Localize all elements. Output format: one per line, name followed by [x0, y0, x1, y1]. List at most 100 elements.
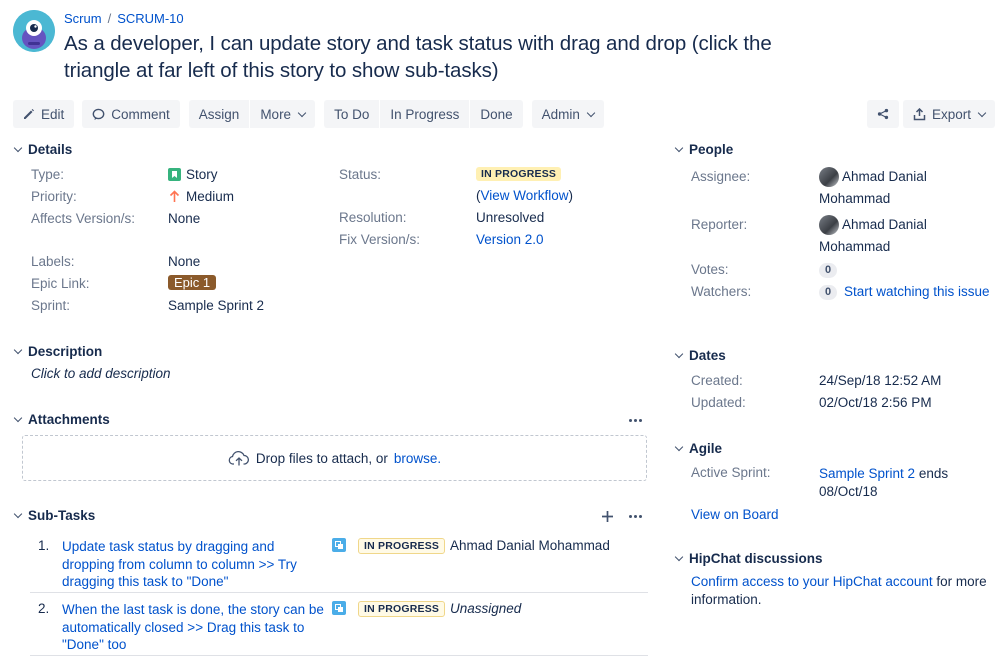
subtask-summary-line[interactable]: dropping from column to column >> Try — [62, 556, 322, 574]
subtasks-more-icon[interactable] — [629, 515, 642, 518]
hipchat-section-header[interactable]: HipChat discussions — [674, 551, 823, 566]
cloud-upload-icon — [228, 451, 249, 466]
sprint-ends-text: ends — [918, 466, 949, 481]
epic-lozenge[interactable]: Epic 1 — [168, 275, 217, 290]
description-placeholder[interactable]: Click to add description — [31, 366, 171, 381]
votes-count[interactable]: 0 — [819, 263, 838, 278]
done-button[interactable]: Done — [470, 100, 523, 128]
description-heading: Description — [28, 344, 103, 359]
subtask-summary-line[interactable]: "Done" too — [62, 636, 327, 654]
active-sprint-label: Active Sprint: — [691, 465, 771, 480]
details-section-header[interactable]: Details — [13, 142, 72, 157]
subtask-assignee: Ahmad Danial Mohammad — [450, 538, 610, 553]
assignee-value[interactable]: Ahmad Danial Mohammad — [819, 166, 989, 210]
collapse-triangle-icon — [674, 143, 684, 152]
comment-button[interactable]: Comment — [82, 100, 180, 128]
people-section-header[interactable]: People — [674, 142, 733, 157]
assignee-label: Assignee: — [691, 169, 751, 184]
priority-label: Priority: — [31, 189, 77, 204]
view-workflow-link[interactable]: View Workflow — [481, 188, 569, 203]
description-section-header[interactable]: Description — [13, 344, 102, 359]
breadcrumb: Scrum / SCRUM-10 — [64, 11, 184, 26]
more-button[interactable]: More — [250, 100, 316, 128]
created-label: Created: — [691, 373, 743, 388]
subtask-assignee: Unassigned — [450, 601, 522, 616]
edit-button[interactable]: Edit — [13, 100, 75, 128]
share-icon — [877, 108, 889, 120]
attachments-more-icon[interactable] — [629, 419, 642, 422]
active-sprint-link[interactable]: Sample Sprint 2 — [819, 466, 915, 481]
updated-label: Updated: — [691, 395, 746, 410]
subtask-type-icon — [332, 538, 346, 552]
admin-button[interactable]: Admin — [531, 100, 604, 128]
agile-section-header[interactable]: Agile — [674, 441, 722, 456]
arrow-up-icon — [169, 190, 180, 202]
table-row[interactable]: 1. Update task status by dragging and dr… — [30, 533, 648, 593]
watchers-count[interactable]: 0 — [819, 285, 838, 300]
priority-value: Medium — [168, 189, 234, 204]
hipchat-text-after: for more — [936, 574, 987, 589]
resolution-label: Resolution: — [339, 210, 407, 225]
sprint-label: Sprint: — [31, 298, 71, 313]
collapse-triangle-icon — [674, 442, 684, 451]
assign-button[interactable]: Assign — [188, 100, 250, 128]
start-watching-link[interactable]: Start watching this issue — [844, 284, 990, 299]
created-value: 24/Sep/18 12:52 AM — [819, 373, 942, 388]
collapse-triangle-icon — [13, 413, 23, 422]
subtask-status-lozenge: IN PROGRESS — [358, 601, 446, 617]
pencil-icon — [24, 109, 34, 119]
collapse-triangle-icon — [674, 349, 684, 358]
hipchat-message: Confirm access to your HipChat account f… — [691, 573, 991, 609]
collapse-triangle-icon — [13, 345, 23, 354]
dates-section-header[interactable]: Dates — [674, 348, 726, 363]
in-progress-button[interactable]: In Progress — [380, 100, 470, 128]
story-icon — [168, 168, 181, 181]
attachment-dropzone[interactable]: Drop files to attach, or browse. — [22, 435, 647, 481]
edit-label: Edit — [41, 106, 65, 122]
priority-text: Medium — [186, 189, 235, 204]
labels-label: Labels: — [31, 254, 75, 269]
votes-label: Votes: — [691, 262, 729, 277]
attachments-section-header[interactable]: Attachments — [13, 412, 110, 427]
subtasks-section-header[interactable]: Sub-Tasks — [13, 508, 95, 523]
breadcrumb-project-link[interactable]: Scrum — [64, 11, 102, 26]
view-workflow: (View Workflow) — [476, 188, 573, 203]
add-subtask-icon[interactable] — [601, 510, 614, 523]
breadcrumb-issue-link[interactable]: SCRUM-10 — [117, 11, 183, 26]
subtask-summary-line[interactable]: automatically closed >> Drag this task t… — [62, 619, 327, 637]
subtask-summary-line[interactable]: When the last task is done, the story ca… — [62, 601, 327, 619]
subtask-summary-line[interactable]: dragging this task to "Done" — [62, 573, 322, 591]
table-row[interactable]: 2. When the last task is done, the story… — [30, 596, 648, 656]
subtask-summary-line[interactable]: Update task status by dragging and — [62, 538, 322, 556]
issue-title[interactable]: As a developer, I can update story and t… — [64, 30, 804, 84]
project-monster-icon — [13, 10, 55, 52]
attachments-heading: Attachments — [28, 412, 110, 427]
hipchat-confirm-link[interactable]: Confirm access to your HipChat account — [691, 574, 933, 589]
watchers-label: Watchers: — [691, 284, 752, 299]
workflow-group: To Do In Progress Done — [324, 100, 523, 128]
subtask-summary[interactable]: Update task status by dragging and dropp… — [62, 538, 322, 591]
fix-version-link[interactable]: Version 2.0 — [476, 232, 544, 247]
fix-version-label: Fix Version/s: — [339, 232, 421, 247]
browse-link[interactable]: browse. — [394, 451, 441, 466]
collapse-triangle-icon — [13, 143, 23, 152]
affects-version-value: None — [168, 211, 201, 226]
subtask-summary[interactable]: When the last task is done, the story ca… — [62, 601, 327, 654]
project-avatar[interactable] — [13, 10, 55, 52]
comment-icon — [92, 108, 105, 120]
todo-button[interactable]: To Do — [324, 100, 380, 128]
export-button[interactable]: Export — [903, 100, 996, 128]
status-label: Status: — [339, 167, 382, 182]
share-button[interactable] — [867, 100, 899, 128]
reporter-value[interactable]: Ahmad Danial Mohammad — [819, 214, 989, 258]
subtask-type-icon — [332, 601, 346, 615]
collapse-triangle-icon — [13, 509, 23, 518]
sprint-value: Sample Sprint 2 — [168, 298, 265, 313]
updated-value: 02/Oct/18 2:56 PM — [819, 395, 932, 410]
status-lozenge: IN PROGRESS — [476, 167, 562, 181]
details-heading: Details — [28, 142, 73, 157]
agile-heading: Agile — [689, 441, 723, 456]
chevron-down-icon — [586, 108, 596, 117]
view-on-board-link[interactable]: View on Board — [691, 507, 779, 522]
sprint-end-date: 08/Oct/18 — [819, 484, 878, 499]
